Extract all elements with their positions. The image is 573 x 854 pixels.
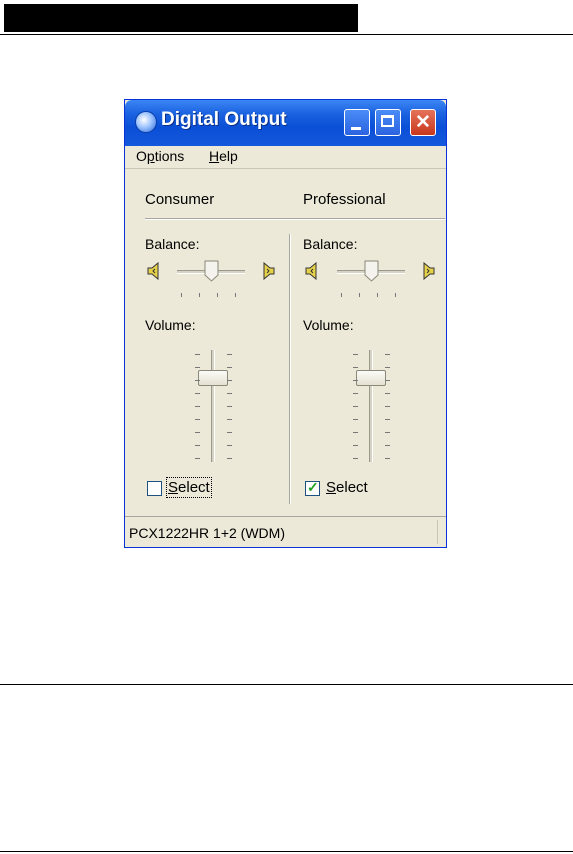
volume-tick [195,367,200,368]
checkmark-icon: ✓ [307,479,319,495]
consumer-volume-track[interactable] [211,350,215,462]
speaker-left-icon [305,262,317,280]
volume-tick [195,419,200,420]
consumer-volume-label: Volume: [145,317,196,333]
consumer-balance-slider[interactable] [204,260,219,282]
balance-tick [199,293,200,297]
title-bar[interactable]: Digital Output ✕ [125,100,446,146]
consumer-select-label[interactable]: Select [166,477,212,498]
volume-tick [385,354,390,355]
volume-tick [385,406,390,407]
volume-tick [227,419,232,420]
column-separator [289,234,291,504]
volume-tick [385,458,390,459]
page-rule-top [0,34,573,35]
volume-tick [227,354,232,355]
professional-volume-track[interactable] [369,350,373,462]
volume-tick [227,367,232,368]
menu-bar: Options Help [125,146,446,169]
speaker-swirl-icon[interactable] [135,111,157,133]
volume-tick [353,419,358,420]
maximize-icon [381,115,394,127]
volume-tick [385,393,390,394]
volume-tick [353,380,358,381]
speaker-left-icon [147,262,159,280]
page-rule-bottom [0,851,573,852]
volume-tick [353,367,358,368]
maximize-button[interactable] [375,109,401,136]
volume-tick [227,432,232,433]
volume-tick [385,445,390,446]
balance-tick [341,293,342,297]
volume-tick [227,445,232,446]
minimize-button[interactable] [344,109,370,136]
professional-header: Professional [303,191,386,208]
volume-tick [195,432,200,433]
volume-tick [195,458,200,459]
balance-tick [395,293,396,297]
volume-tick [353,406,358,407]
professional-balance-slider[interactable] [364,260,379,282]
volume-tick [195,445,200,446]
volume-tick [385,380,390,381]
close-button[interactable]: ✕ [410,109,436,136]
professional-volume-slider[interactable] [356,370,386,386]
professional-select-label[interactable]: Select [326,479,368,496]
volume-tick [195,380,200,381]
volume-tick [385,419,390,420]
balance-tick [181,293,182,297]
professional-balance-label: Balance: [303,236,358,252]
professional-select-checkbox[interactable]: ✓ [305,479,320,496]
minimize-icon [351,127,361,130]
volume-tick [353,432,358,433]
speaker-right-icon [263,262,275,280]
header-banner [4,4,358,32]
menu-options[interactable]: Options [136,148,184,164]
balance-tick [377,293,378,297]
volume-tick [227,458,232,459]
balance-tick [235,293,236,297]
volume-tick [227,406,232,407]
volume-tick [353,445,358,446]
menu-help[interactable]: Help [209,148,238,164]
status-divider [437,520,438,544]
volume-tick [227,380,232,381]
digital-output-window: Digital Output ✕ Options Help Consumer P… [124,99,447,548]
volume-tick [195,393,200,394]
consumer-balance-label: Balance: [145,236,200,252]
balance-tick [359,293,360,297]
balance-tick [217,293,218,297]
volume-tick [385,432,390,433]
consumer-volume-slider[interactable] [198,370,228,386]
close-icon: ✕ [415,112,431,133]
volume-tick [385,367,390,368]
window-title: Digital Output [161,109,287,130]
professional-volume-label: Volume: [303,317,354,333]
volume-tick [195,354,200,355]
volume-tick [353,354,358,355]
volume-tick [227,393,232,394]
consumer-select-checkbox[interactable] [147,481,162,496]
volume-tick [353,458,358,459]
speaker-right-icon [423,262,435,280]
consumer-header: Consumer [145,191,215,208]
volume-tick [195,406,200,407]
device-name: PCX1222HR 1+2 (WDM) [129,525,285,541]
status-bar: PCX1222HR 1+2 (WDM) [125,516,446,547]
volume-tick [353,393,358,394]
page-rule-middle [0,684,573,685]
header-separator [145,218,445,220]
